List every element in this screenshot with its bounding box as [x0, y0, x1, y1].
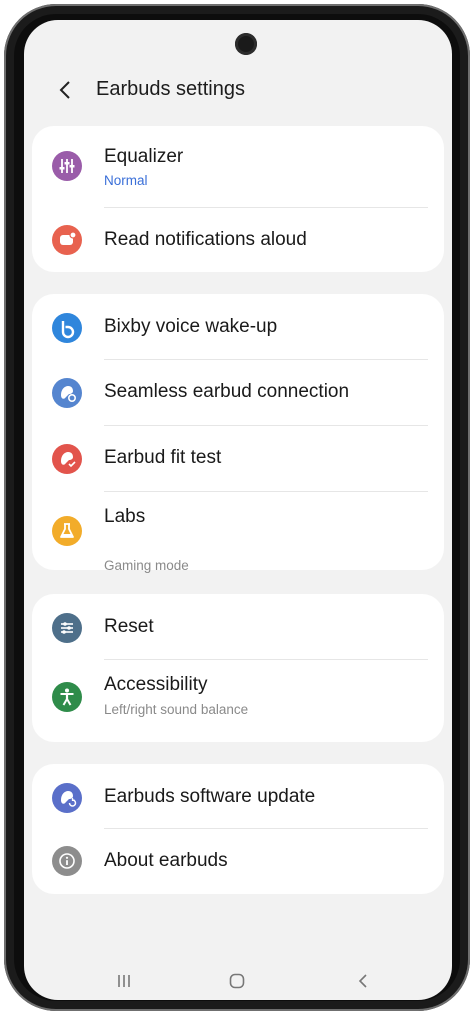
labs-subtitle: Gaming mode — [104, 558, 189, 573]
read-notifications-label: Read notifications aloud — [104, 229, 307, 250]
recents-button[interactable] — [109, 966, 139, 996]
reset-label: Reset — [104, 616, 154, 637]
fit-test-icon — [52, 444, 82, 474]
settings-item-about-earbuds[interactable]: About earbuds — [32, 829, 444, 894]
accessibility-subtitle: Left/right sound balance — [104, 702, 249, 717]
accessibility-icon — [52, 682, 82, 712]
page-title: Earbuds settings — [96, 78, 245, 100]
software-update-label: Earbuds software update — [104, 786, 316, 807]
settings-item-seamless-connection[interactable]: Seamless earbud connection — [32, 360, 444, 424]
fit-test-label: Earbud fit test — [104, 447, 222, 468]
settings-item-reset[interactable]: Reset — [32, 594, 444, 660]
back-arrow-icon — [59, 81, 70, 99]
about-earbuds-label: About earbuds — [104, 850, 228, 871]
equalizer-value: Normal — [104, 173, 148, 188]
system-navigation-bar — [24, 960, 452, 1000]
nav-back-button[interactable] — [348, 966, 378, 996]
settings-item-accessibility[interactable]: Accessibility Left/right sound balance — [32, 660, 444, 742]
home-button[interactable] — [222, 966, 252, 996]
app-header: Earbuds settings — [24, 70, 452, 110]
accessibility-label: Accessibility — [104, 674, 208, 695]
notification-icon — [52, 225, 82, 255]
settings-item-labs[interactable]: Labs — [32, 492, 444, 570]
info-icon — [52, 846, 82, 876]
settings-item-fit-test[interactable]: Earbud fit test — [32, 426, 444, 490]
settings-item-bixby-wake-up[interactable]: Bixby voice wake-up — [32, 294, 444, 358]
bixby-wake-up-label: Bixby voice wake-up — [104, 316, 278, 337]
earbud-connection-icon — [52, 378, 82, 408]
screen: Earbuds settings Equalizer Normal Read n… — [24, 20, 452, 1000]
labs-flask-icon — [52, 516, 82, 546]
settings-item-software-update[interactable]: Earbuds software update — [32, 764, 444, 828]
settings-group-3: Reset Accessibility Left/right sound bal… — [32, 594, 444, 742]
front-camera — [235, 33, 257, 55]
equalizer-icon — [52, 151, 82, 181]
seamless-connection-label: Seamless earbud connection — [104, 381, 350, 402]
equalizer-label: Equalizer — [104, 146, 184, 167]
reset-icon — [52, 613, 82, 643]
settings-group-2: Bixby voice wake-up Seamless earbud conn… — [32, 294, 444, 570]
back-button[interactable] — [54, 78, 78, 102]
settings-item-equalizer[interactable]: Equalizer Normal — [32, 126, 444, 206]
settings-group-1: Equalizer Normal Read notifications alou… — [32, 126, 444, 272]
software-update-icon — [52, 783, 82, 813]
home-icon — [229, 973, 245, 989]
nav-back-icon — [358, 974, 367, 988]
settings-group-4: Earbuds software update About earbuds — [32, 764, 444, 894]
settings-item-read-notifications[interactable]: Read notifications aloud — [32, 208, 444, 272]
recents-icon — [118, 975, 130, 987]
bixby-icon — [52, 313, 82, 343]
labs-label: Labs — [104, 506, 146, 527]
